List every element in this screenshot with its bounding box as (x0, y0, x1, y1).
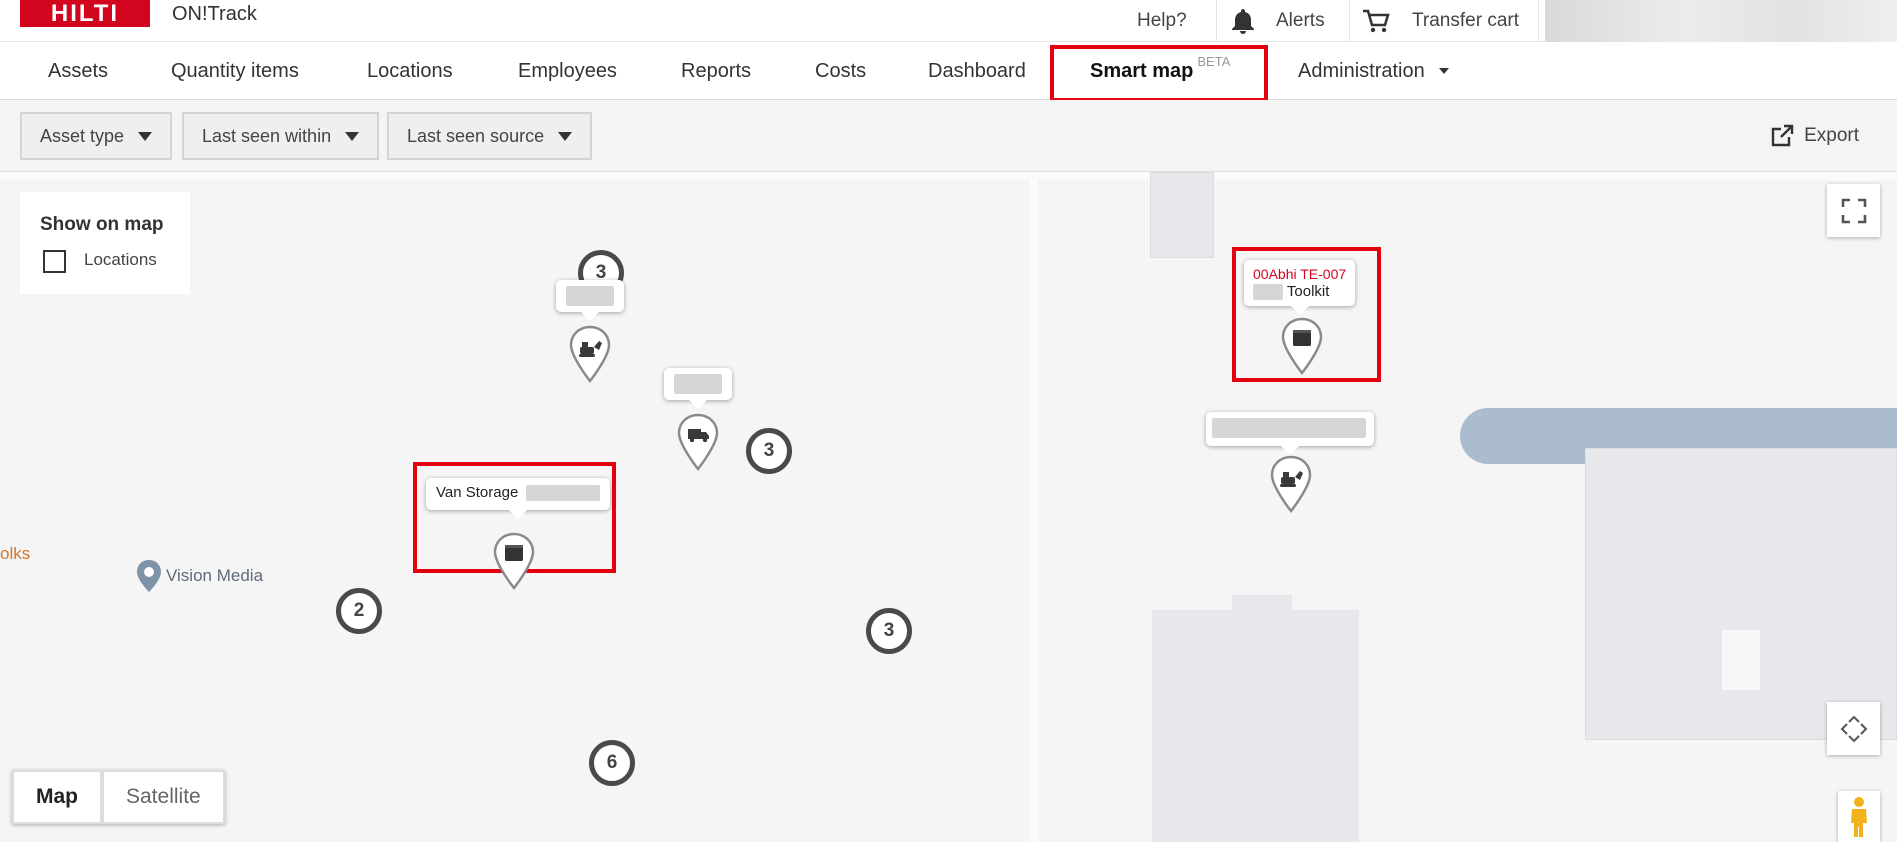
toolkit-asset-name: 00Abhi TE-007 (1253, 266, 1347, 282)
nav-costs[interactable]: Costs (815, 42, 866, 100)
last-seen-source-filter[interactable]: Last seen source (387, 112, 593, 160)
alerts-button[interactable]: Alerts (1230, 0, 1325, 42)
locations-checkbox[interactable] (43, 250, 66, 273)
map-road (1030, 172, 1038, 842)
map-cluster[interactable]: 3 (866, 608, 912, 654)
redacted-text (1253, 284, 1283, 301)
hilti-logo[interactable]: HILTI (20, 0, 150, 27)
nav-locations[interactable]: Locations (367, 42, 453, 100)
last-seen-source-label: Last seen source (407, 125, 545, 146)
divider (1349, 0, 1350, 42)
transfer-cart-label: Transfer cart (1412, 10, 1519, 31)
pegman-button[interactable] (1838, 791, 1880, 842)
nav-employees[interactable]: Employees (518, 42, 617, 100)
map-building (1150, 172, 1214, 258)
locations-checkbox-label[interactable]: Locations (84, 250, 157, 270)
pan-control[interactable] (1827, 702, 1880, 755)
map-building (1152, 610, 1359, 842)
highlight-box (1050, 45, 1268, 102)
chevron-down-icon (138, 131, 153, 141)
van-storage-label: Van Storage (436, 484, 519, 501)
export-label: Export (1804, 125, 1859, 146)
last-seen-within-label: Last seen within (202, 125, 332, 146)
user-account-redacted[interactable] (1545, 0, 1897, 42)
smart-map[interactable]: Show on map Locations 3 3 2 3 6 Van Stor… (0, 172, 1897, 842)
box-icon (505, 545, 523, 561)
asset-pin[interactable] (569, 325, 611, 385)
nav-dashboard[interactable]: Dashboard (928, 42, 1026, 100)
chevron-down-icon (345, 131, 360, 141)
marker-label[interactable] (664, 368, 732, 409)
pan-icon (1840, 715, 1867, 742)
transfer-cart-button[interactable]: Transfer cart (1362, 0, 1519, 42)
redacted-text (526, 485, 601, 502)
map-building (1232, 595, 1292, 615)
show-on-map-title: Show on map (40, 214, 164, 235)
map-poi-label-partial: olks (0, 544, 31, 563)
last-seen-within-filter[interactable]: Last seen within (182, 112, 380, 160)
pegman-icon (1851, 796, 1867, 837)
map-building (1585, 448, 1897, 740)
asset-pin[interactable] (1270, 455, 1312, 515)
fullscreen-button[interactable] (1827, 184, 1880, 237)
redacted-text (566, 286, 614, 306)
poi-pin-icon (136, 559, 162, 593)
top-bar: HILTI ON!Track Help? Alerts Transfer car… (0, 0, 1897, 42)
poi-label: Vision Media (166, 566, 264, 585)
marker-label[interactable] (556, 280, 624, 321)
marker-label[interactable] (1206, 412, 1374, 455)
marker-label-van-storage[interactable]: Van Storage (426, 478, 611, 519)
show-on-map-panel: Show on map Locations (20, 192, 190, 294)
app-name: ON!Track (172, 3, 257, 25)
map-road (0, 172, 1897, 180)
help-link[interactable]: Help? (1137, 0, 1187, 42)
bell-icon (1230, 7, 1256, 35)
redacted-text (674, 374, 722, 394)
map-cluster[interactable]: 2 (336, 588, 382, 634)
asset-pin[interactable] (677, 413, 719, 473)
filter-bar: Asset type Last seen within Last seen so… (0, 100, 1897, 172)
map-type-map[interactable]: Map (12, 770, 102, 824)
fullscreen-icon (1841, 198, 1866, 223)
nav-quantity-items[interactable]: Quantity items (171, 42, 299, 100)
toolkit-type: Toolkit (1286, 283, 1330, 300)
nav-assets[interactable]: Assets (48, 42, 108, 100)
nav-administration[interactable]: Administration (1298, 42, 1449, 100)
map-type-toggle: Map Satellite (12, 770, 225, 824)
divider (1216, 0, 1217, 42)
redacted-text (1212, 418, 1366, 438)
chevron-down-icon (558, 131, 573, 141)
chevron-down-icon (1438, 68, 1449, 74)
nav-administration-label: Administration (1298, 59, 1425, 82)
asset-type-filter[interactable]: Asset type (20, 112, 173, 160)
main-nav: Assets Quantity items Locations Employee… (0, 42, 1897, 102)
box-icon (1293, 330, 1311, 346)
map-type-satellite[interactable]: Satellite (102, 770, 225, 824)
cart-icon (1362, 8, 1390, 34)
asset-pin-toolkit[interactable] (1281, 317, 1323, 377)
export-button[interactable]: Export (1770, 124, 1859, 148)
asset-type-label: Asset type (40, 125, 125, 146)
divider (1538, 0, 1539, 42)
export-icon (1770, 124, 1794, 148)
map-cluster[interactable]: 3 (746, 428, 792, 474)
nav-reports[interactable]: Reports (681, 42, 751, 100)
map-poi-vision-media[interactable]: Vision Media (136, 559, 263, 593)
logo-text: HILTI (50, 0, 120, 27)
map-cluster[interactable]: 6 (589, 740, 635, 786)
toolkit-subtitle: Toolkit (1253, 283, 1346, 301)
map-courtyard (1722, 630, 1760, 690)
asset-pin-van-storage[interactable] (493, 532, 535, 592)
alerts-label: Alerts (1276, 10, 1325, 31)
marker-label-toolkit[interactable]: 00Abhi TE-007 Toolkit (1244, 260, 1356, 315)
